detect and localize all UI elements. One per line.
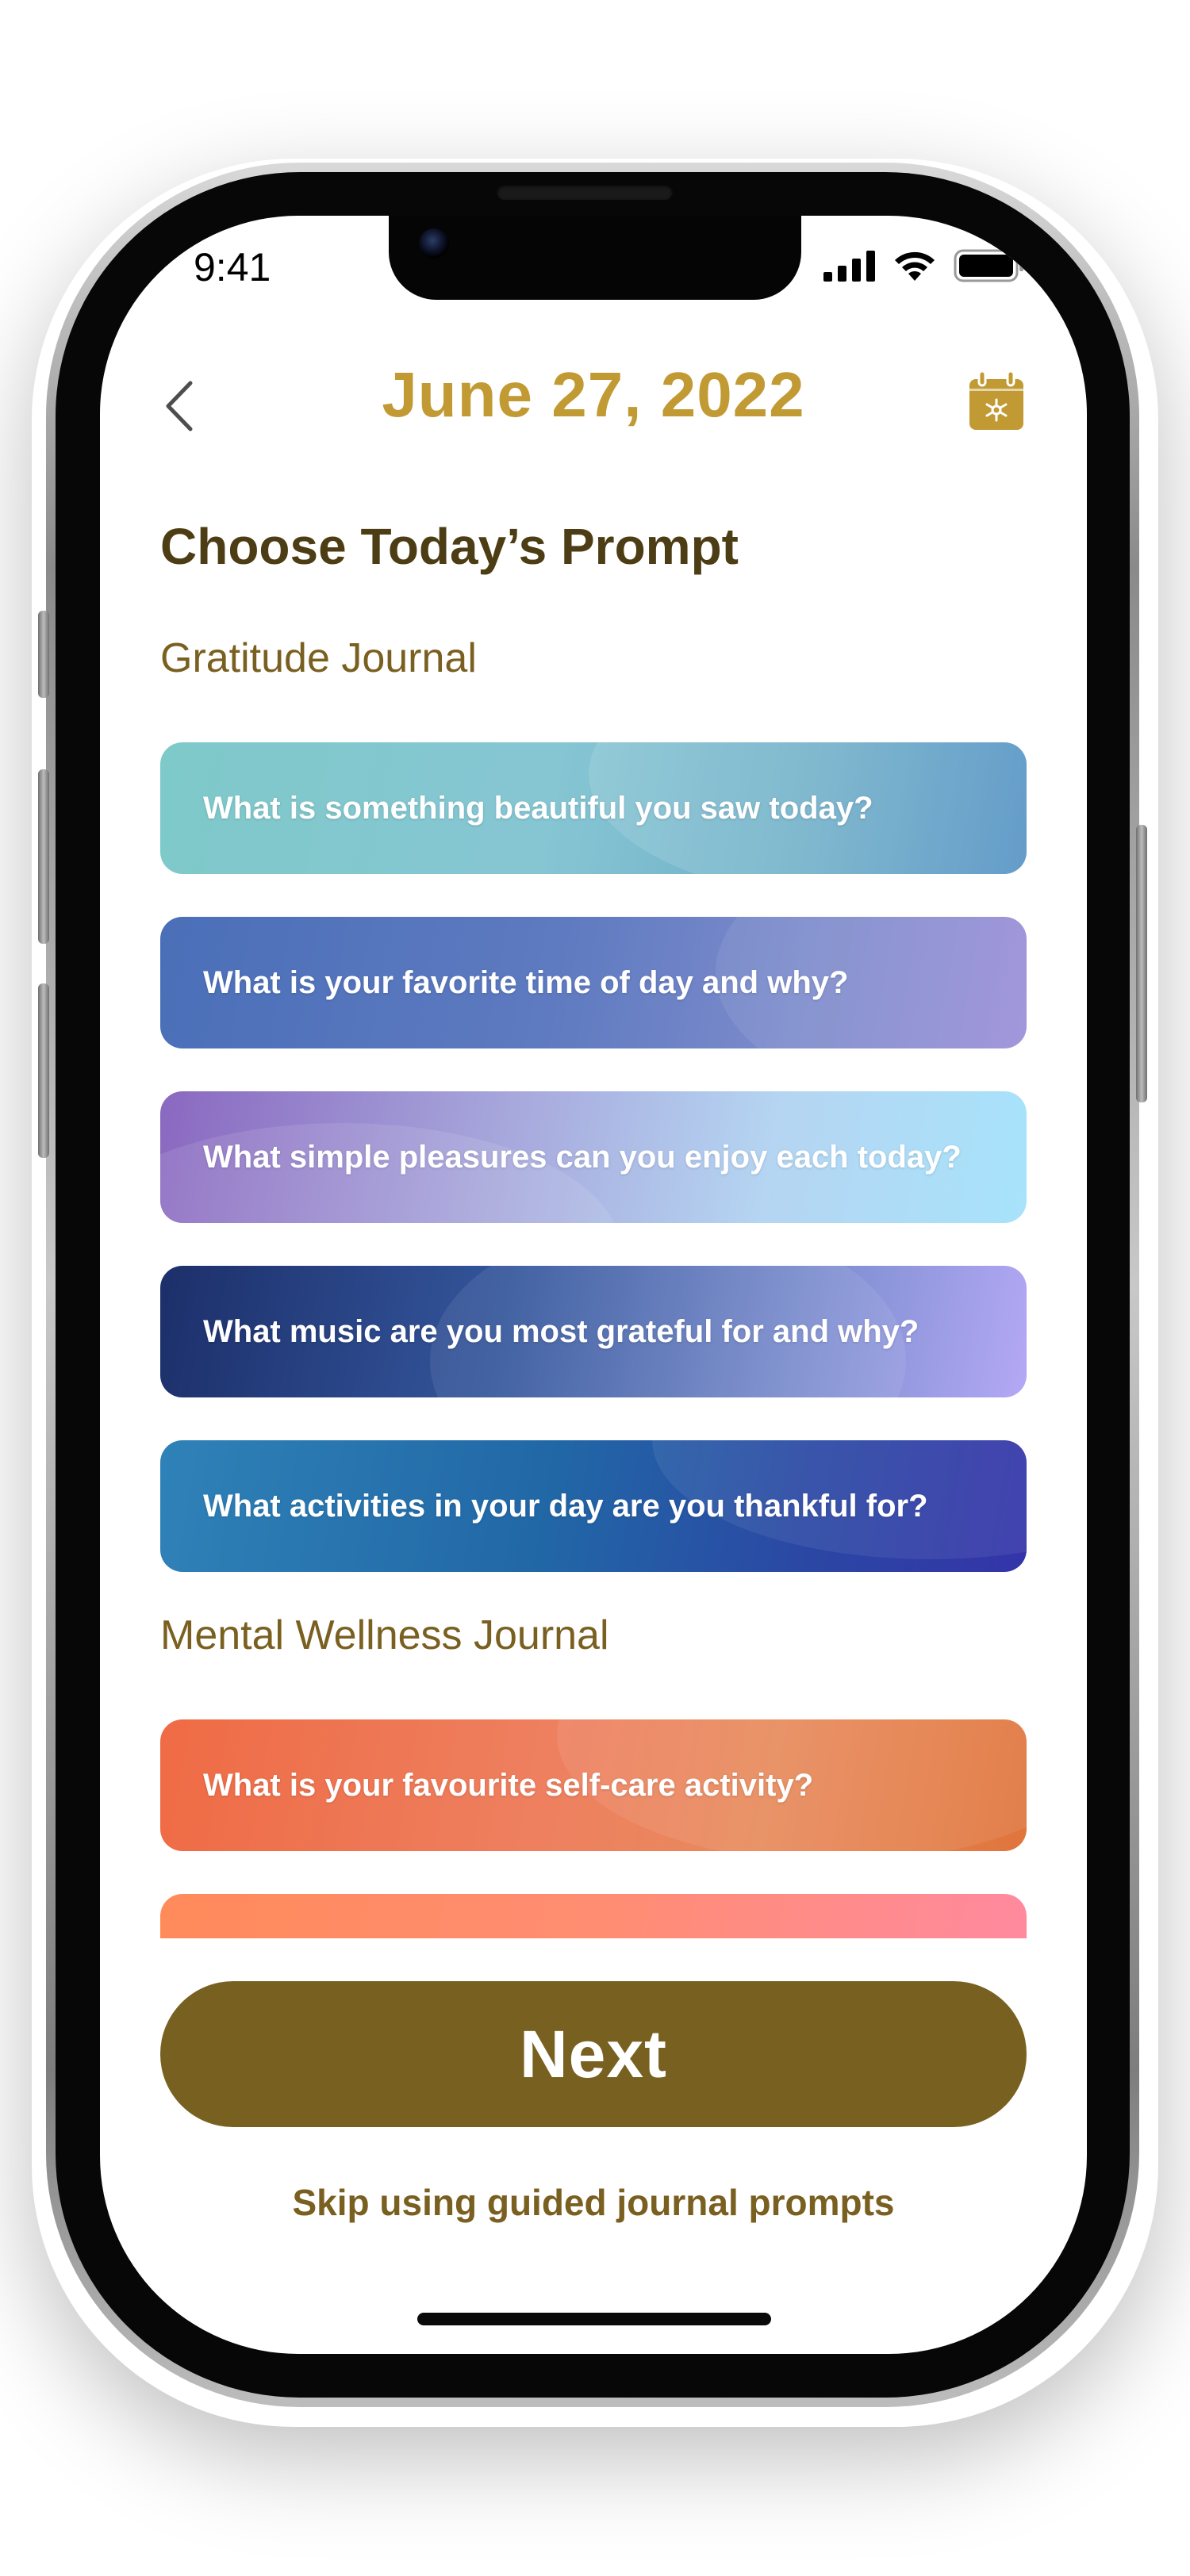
phone-screen: 9:41 June 27, 2022 Choose Today’s Prompt…	[100, 216, 1087, 2354]
page-heading: Choose Today’s Prompt	[160, 518, 739, 575]
prompt-card[interactable]: What is something beautiful you saw toda…	[160, 742, 1027, 874]
prompt-text: What simple pleasures can you enjoy each…	[203, 1139, 962, 1175]
prompt-card-partial[interactable]	[160, 1894, 1027, 1938]
skip-prompts-link[interactable]: Skip using guided journal prompts	[100, 2181, 1087, 2224]
home-indicator[interactable]	[417, 2313, 771, 2325]
section-title-gratitude: Gratitude Journal	[160, 635, 477, 681]
prompt-card[interactable]: What music are you most grateful for and…	[160, 1266, 1027, 1397]
section-title-mental-wellness: Mental Wellness Journal	[160, 1612, 609, 1658]
prompt-text: What is your favourite self-care activit…	[203, 1767, 814, 1803]
prompt-card[interactable]: What simple pleasures can you enjoy each…	[160, 1091, 1027, 1223]
next-button[interactable]: Next	[160, 1981, 1027, 2127]
volume-up-button	[38, 769, 49, 944]
prompt-text: What activities in your day are you than…	[203, 1488, 928, 1524]
prompt-card[interactable]: What activities in your day are you than…	[160, 1440, 1027, 1572]
prompt-text: What is your favorite time of day and wh…	[203, 964, 849, 1000]
earpiece-speaker	[497, 184, 673, 200]
mute-switch	[38, 611, 49, 698]
prompt-list[interactable]: Choose Today’s Prompt Gratitude Journal …	[100, 216, 1087, 1938]
prompt-text: What is something beautiful you saw toda…	[203, 790, 873, 826]
volume-down-button	[38, 983, 49, 1158]
prompt-text: What music are you most grateful for and…	[203, 1313, 919, 1349]
app-mockup: 9:41 June 27, 2022 Choose Today’s Prompt…	[0, 0, 1190, 2576]
prompt-card[interactable]: What is your favourite self-care activit…	[160, 1719, 1027, 1851]
power-button	[1136, 825, 1147, 1102]
prompt-card[interactable]: What is your favorite time of day and wh…	[160, 917, 1027, 1048]
front-camera	[419, 228, 449, 259]
